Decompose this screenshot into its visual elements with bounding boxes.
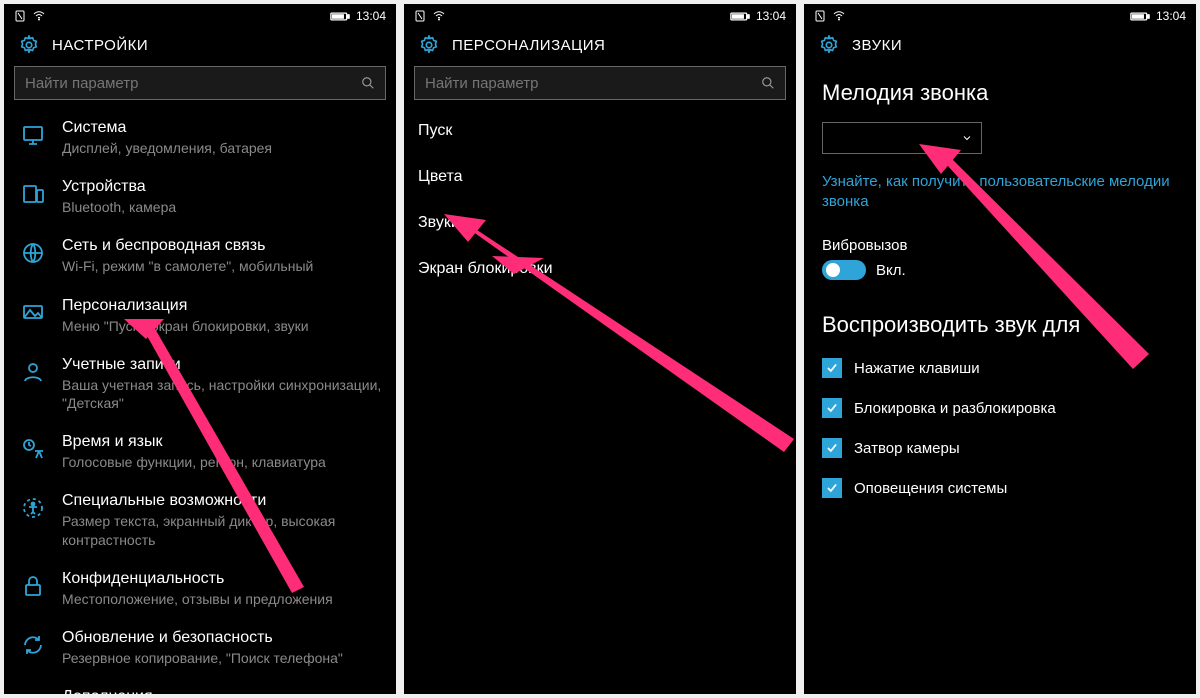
settings-item-update[interactable]: Обновление и безопасностьРезервное копир… — [4, 618, 396, 677]
status-time: 13:04 — [356, 9, 386, 23]
item-title: Система — [62, 118, 382, 138]
refresh-icon — [20, 630, 46, 660]
devices-icon — [20, 179, 46, 209]
settings-item-personalization[interactable]: ПерсонализацияМеню "Пуск", экран блокиро… — [4, 286, 396, 345]
check-keypress[interactable]: Нажатие клавиши — [804, 348, 1196, 388]
settings-panel: 13:04 НАСТРОЙКИ СистемаДисплей, уведомле… — [4, 4, 396, 694]
search-box[interactable] — [414, 66, 786, 100]
check-system-alerts[interactable]: Оповещения системы — [804, 468, 1196, 508]
item-title: Дополнения — [62, 687, 382, 694]
accessibility-icon — [20, 493, 46, 523]
checkbox[interactable] — [822, 358, 842, 378]
item-title: Сеть и беспроводная связь — [62, 236, 382, 256]
globe-icon — [20, 238, 46, 268]
search-icon — [761, 76, 775, 90]
check-label: Нажатие клавиши — [854, 360, 980, 377]
page-title: НАСТРОЙКИ — [52, 37, 148, 54]
battery-icon — [1130, 11, 1150, 22]
battery-icon — [730, 11, 750, 22]
apps-icon — [20, 689, 46, 694]
item-sub: Дисплей, уведомления, батарея — [62, 139, 382, 157]
page-title: ПЕРСОНАЛИЗАЦИЯ — [452, 37, 605, 54]
item-lockscreen[interactable]: Экран блокировки — [404, 246, 796, 292]
checkbox[interactable] — [822, 478, 842, 498]
monitor-icon — [20, 120, 46, 150]
battery-icon — [330, 11, 350, 22]
item-start[interactable]: Пуск — [404, 108, 796, 154]
play-sound-heading: Воспроизводить звук для — [804, 298, 1196, 348]
item-sub: Ваша учетная запись, настройки синхрониз… — [62, 376, 382, 412]
check-camera-shutter[interactable]: Затвор камеры — [804, 428, 1196, 468]
checkbox[interactable] — [822, 398, 842, 418]
wifi-icon — [832, 10, 846, 22]
page-header: ПЕРСОНАЛИЗАЦИЯ — [404, 28, 796, 66]
search-input[interactable] — [25, 75, 361, 92]
search-icon — [361, 76, 375, 90]
time-language-icon — [20, 434, 46, 464]
personalization-panel: 13:04 ПЕРСОНАЛИЗАЦИЯ Пуск Цвета Звуки Эк… — [404, 4, 796, 694]
page-title: ЗВУКИ — [852, 37, 902, 54]
check-lock-unlock[interactable]: Блокировка и разблокировка — [804, 388, 1196, 428]
settings-item-devices[interactable]: УстройстваBluetooth, камера — [4, 167, 396, 226]
check-label: Затвор камеры — [854, 440, 960, 457]
person-icon — [20, 357, 46, 387]
settings-item-system[interactable]: СистемаДисплей, уведомления, батарея — [4, 108, 396, 167]
item-sub: Местоположение, отзывы и предложения — [62, 590, 382, 608]
sounds-panel: 13:04 ЗВУКИ Мелодия звонка Узнайте, как … — [804, 4, 1196, 694]
learn-link[interactable]: Узнайте, как получить пользовательские м… — [804, 168, 1196, 231]
item-title: Время и язык — [62, 432, 382, 452]
item-title: Конфиденциальность — [62, 569, 382, 589]
item-title: Учетные записи — [62, 355, 382, 375]
item-colors[interactable]: Цвета — [404, 154, 796, 200]
checkbox[interactable] — [822, 438, 842, 458]
settings-item-ease-of-access[interactable]: Специальные возможностиРазмер текста, эк… — [4, 481, 396, 558]
settings-item-accounts[interactable]: Учетные записиВаша учетная запись, настр… — [4, 345, 396, 422]
status-bar: 13:04 — [404, 4, 796, 28]
status-time: 13:04 — [1156, 9, 1186, 23]
status-bar: 13:04 — [804, 4, 1196, 28]
rotation-lock-icon — [814, 10, 826, 22]
item-sounds[interactable]: Звуки — [404, 200, 796, 246]
vibrate-toggle[interactable] — [822, 260, 866, 280]
item-sub: Bluetooth, камера — [62, 198, 382, 216]
item-title: Устройства — [62, 177, 382, 197]
ringtone-heading: Мелодия звонка — [804, 66, 1196, 116]
item-sub: Голосовые функции, регион, клавиатура — [62, 453, 382, 471]
status-bar: 13:04 — [4, 4, 396, 28]
search-box[interactable] — [14, 66, 386, 100]
toggle-state-label: Вкл. — [876, 262, 906, 279]
search-input[interactable] — [425, 75, 761, 92]
rotation-lock-icon — [414, 10, 426, 22]
settings-item-network[interactable]: Сеть и беспроводная связьWi-Fi, режим "в… — [4, 226, 396, 285]
item-title: Специальные возможности — [62, 491, 382, 511]
settings-item-privacy[interactable]: КонфиденциальностьМестоположение, отзывы… — [4, 559, 396, 618]
status-time: 13:04 — [756, 9, 786, 23]
item-sub: Wi-Fi, режим "в самолете", мобильный — [62, 257, 382, 275]
item-sub: Резервное копирование, "Поиск телефона" — [62, 649, 382, 667]
vibrate-label: Вибровызов — [804, 231, 1196, 258]
item-sub: Меню "Пуск", экран блокировки, звуки — [62, 317, 382, 335]
item-sub: Размер текста, экранный диктор, высокая … — [62, 512, 382, 548]
gear-icon — [18, 34, 40, 56]
lock-icon — [20, 571, 46, 601]
settings-item-time-language[interactable]: Время и языкГолосовые функции, регион, к… — [4, 422, 396, 481]
wifi-icon — [32, 10, 46, 22]
page-header: ЗВУКИ — [804, 28, 1196, 66]
check-label: Оповещения системы — [854, 480, 1007, 497]
item-title: Обновление и безопасность — [62, 628, 382, 648]
gear-icon — [818, 34, 840, 56]
chevron-down-icon — [961, 132, 973, 144]
settings-item-extras[interactable]: Дополнения — [4, 677, 396, 694]
ringtone-dropdown[interactable] — [822, 122, 982, 154]
rotation-lock-icon — [14, 10, 26, 22]
page-header: НАСТРОЙКИ — [4, 28, 396, 66]
check-label: Блокировка и разблокировка — [854, 400, 1056, 417]
gear-icon — [418, 34, 440, 56]
item-title: Персонализация — [62, 296, 382, 316]
wifi-icon — [432, 10, 446, 22]
paint-icon — [20, 298, 46, 328]
